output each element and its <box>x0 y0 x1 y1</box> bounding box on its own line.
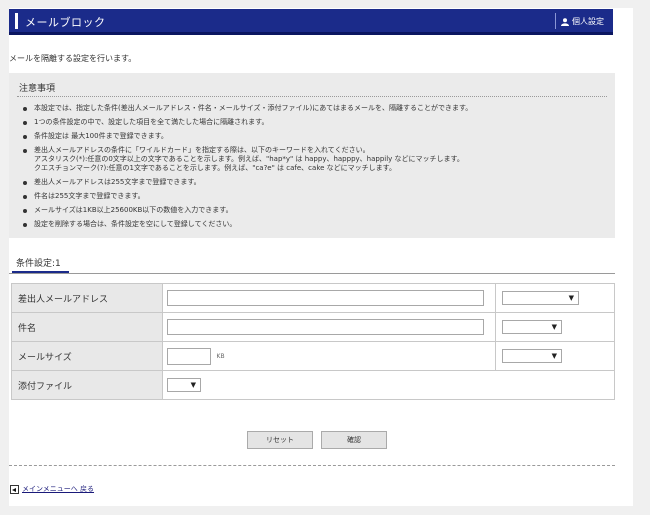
chevron-down-icon: ▼ <box>551 323 557 331</box>
chevron-down-icon: ▼ <box>568 294 574 302</box>
header-separator <box>555 13 556 29</box>
attachment-label: 添付ファイル <box>11 370 163 400</box>
back-arrow-icon <box>10 484 19 494</box>
attachment-select[interactable]: ▼ <box>167 378 201 392</box>
notice-list: 本設定では、指定した条件(差出人メールアドレス・件名・メールサイズ・添付ファイル… <box>21 104 605 234</box>
subject-match-select[interactable]: ▼ <box>502 320 562 334</box>
chevron-down-icon: ▼ <box>551 352 557 360</box>
notice-item: 条件設定は 最大100件まで登録できます。 <box>21 132 605 141</box>
header-accent-bar <box>15 13 18 29</box>
mail-size-label: メールサイズ <box>11 341 163 371</box>
back-to-main-menu-link[interactable]: メインメニューへ 戻る <box>10 484 94 494</box>
person-icon <box>561 17 569 26</box>
notice-item: 件名は255文字まで登録できます。 <box>21 192 605 201</box>
footer-divider <box>9 465 615 466</box>
attachment-row: 添付ファイル ▼ <box>11 370 615 400</box>
notice-divider <box>17 96 607 97</box>
notice-item: 差出人メールアドレスの条件に「ワイルドカード」を指定する際は、以下のキーワードを… <box>21 146 605 173</box>
notice-item: メールサイズは1KB以上25600KB以下の数値を入力できます。 <box>21 206 605 215</box>
notice-title: 注意事項 <box>19 84 56 94</box>
personal-settings-label: 個人設定 <box>572 17 604 26</box>
notice-item: 1つの条件設定の中で、設定した項目を全て満たした場合に隔離されます。 <box>21 118 605 127</box>
mail-size-unit: KB <box>216 352 225 360</box>
subject-label: 件名 <box>11 312 163 342</box>
sender-match-select[interactable]: ▼ <box>502 291 579 305</box>
sender-label: 差出人メールアドレス <box>11 283 163 313</box>
sender-address-input[interactable] <box>167 290 484 306</box>
personal-settings-link[interactable]: 個人設定 <box>561 16 604 27</box>
mail-size-input[interactable] <box>167 347 211 365</box>
reset-button[interactable]: リセット <box>247 431 313 449</box>
size-row: メールサイズ KB ▼ <box>11 341 615 371</box>
back-link-label: メインメニューへ 戻る <box>22 485 95 493</box>
page-description: メールを隔離する設定を行います。 <box>9 54 137 63</box>
tab-divider <box>9 273 615 274</box>
subject-input[interactable] <box>167 319 484 335</box>
chevron-down-icon: ▼ <box>190 381 196 389</box>
notice-box: 注意事項 本設定では、指定した条件(差出人メールアドレス・件名・メールサイズ・添… <box>9 73 615 238</box>
page-title: メールブロック <box>25 16 106 29</box>
notice-item: 差出人メールアドレスは255文字まで登録できます。 <box>21 178 605 187</box>
confirm-button[interactable]: 確認 <box>321 431 387 449</box>
notice-item: 本設定では、指定した条件(差出人メールアドレス・件名・メールサイズ・添付ファイル… <box>21 104 605 113</box>
subject-row: 件名 ▼ <box>11 312 615 342</box>
condition-form: 差出人メールアドレス ▼ 件名 ▼ メールサイズ KB ▼ 添付ファイル ▼ <box>11 283 615 400</box>
header-bar: メールブロック 個人設定 <box>9 9 613 35</box>
mail-size-compare-select[interactable]: ▼ <box>502 349 562 363</box>
sender-row: 差出人メールアドレス ▼ <box>11 283 615 313</box>
tab-condition-1[interactable]: 条件設定:1 <box>12 256 65 269</box>
notice-item: 設定を削除する場合は、条件設定を空にして登録してください。 <box>21 220 605 229</box>
